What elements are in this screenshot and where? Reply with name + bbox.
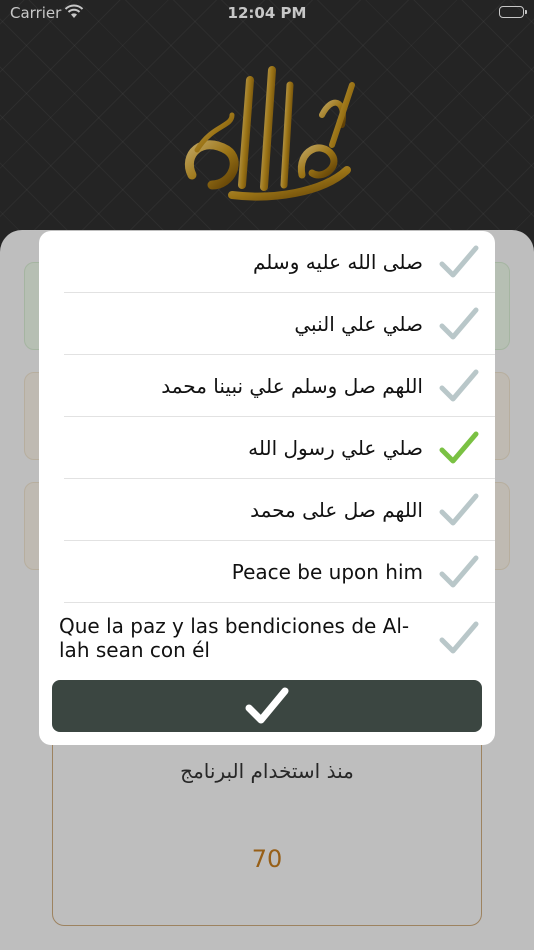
checkmark-icon [439, 554, 479, 590]
checkmark-icon [245, 687, 289, 724]
option-label: صلى الله عليه وسلم [253, 250, 423, 274]
checkmark-icon [439, 492, 479, 528]
option-label: صلي علي النبي [294, 312, 423, 336]
option-label: صلي علي رسول الله [248, 436, 423, 460]
option-label: Peace be upon him [231, 560, 423, 584]
option-row-4[interactable]: اللهم صل على محمد [39, 479, 495, 541]
option-label: اللهم صل وسلم علي نبينا محمد [161, 374, 423, 398]
option-row-0[interactable]: صلى الله عليه وسلم [39, 231, 495, 293]
checkmark-icon [439, 368, 479, 404]
option-row-6[interactable]: Que la paz y las bendiciones de Al-lah s… [39, 603, 495, 673]
option-row-2[interactable]: اللهم صل وسلم علي نبينا محمد [39, 355, 495, 417]
option-row-3[interactable]: صلي علي رسول الله [39, 417, 495, 479]
option-row-5[interactable]: Peace be upon him [39, 541, 495, 603]
checkmark-icon [439, 244, 479, 280]
confirm-button[interactable] [52, 680, 482, 732]
checkmark-icon [439, 620, 479, 656]
selection-modal: صلى الله عليه وسلم صلي علي النبي اللهم ص… [39, 231, 495, 745]
option-label: اللهم صل على محمد [250, 498, 423, 522]
checkmark-icon [439, 306, 479, 342]
option-label: Que la paz y las bendiciones de Al-lah s… [59, 614, 410, 662]
option-row-1[interactable]: صلي علي النبي [39, 293, 495, 355]
checkmark-icon [439, 430, 479, 466]
